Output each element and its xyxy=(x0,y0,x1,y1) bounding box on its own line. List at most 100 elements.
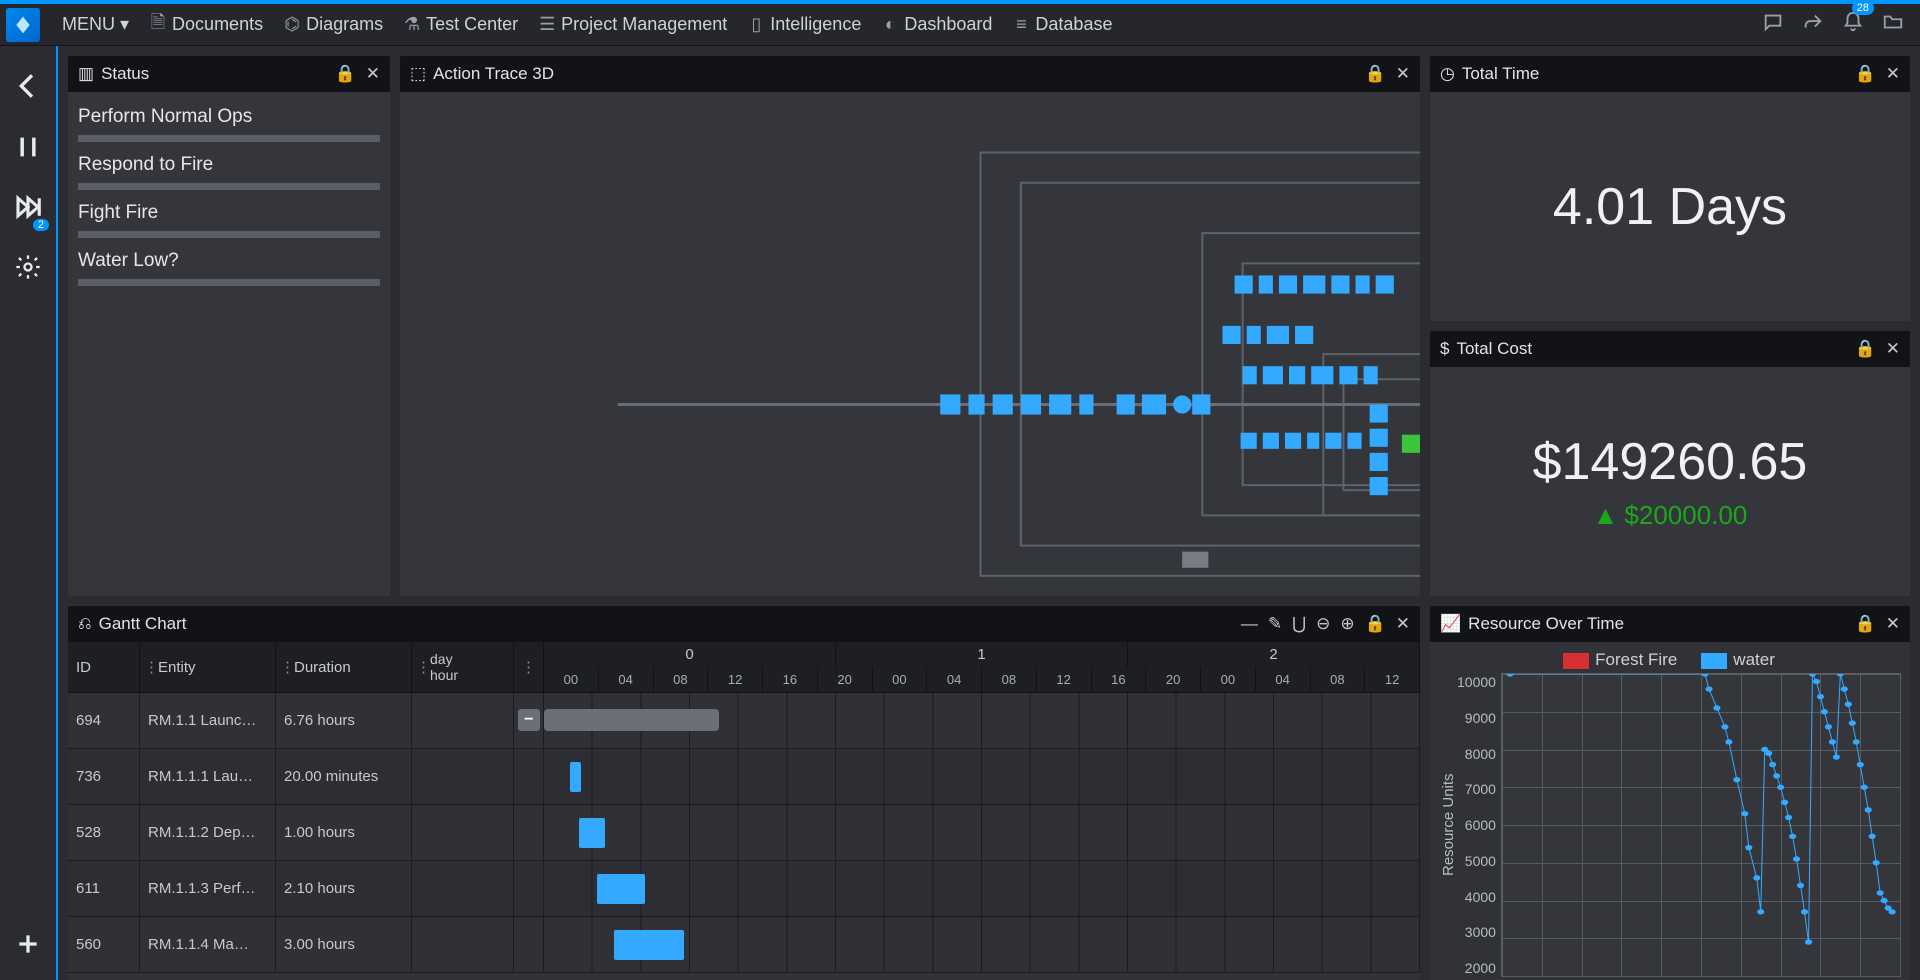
chart-legend: Forest Fire water xyxy=(1438,648,1900,674)
clock-icon: ◷ xyxy=(1440,64,1455,84)
fast-forward-button[interactable]: 2 xyxy=(13,192,43,227)
nav-documents[interactable]: 🗎Documents xyxy=(139,6,273,44)
cell-empty xyxy=(514,749,544,804)
nav-project-management[interactable]: ☰Project Management xyxy=(528,10,737,39)
gantt-row[interactable]: 611 RM.1.1.3 Perf… 2.10 hours xyxy=(68,861,1420,917)
status-item[interactable]: Perform Normal Ops xyxy=(78,98,380,146)
gantt-row[interactable]: 736 RM.1.1.1 Lau… 20.00 minutes xyxy=(68,749,1420,805)
gantt-bar-area[interactable] xyxy=(544,861,1420,916)
folder-icon[interactable] xyxy=(1882,11,1904,38)
settings-button[interactable] xyxy=(14,253,42,286)
lock-icon[interactable]: 🔒 xyxy=(1855,614,1876,634)
nav-intelligence[interactable]: ▯Intelligence xyxy=(737,10,871,39)
nav-database[interactable]: ≡Database xyxy=(1002,10,1122,39)
col-duration[interactable]: ⋮Duration xyxy=(276,642,412,692)
total-cost-panel: $Total Cost 🔒✕ $149260.65 ▲$20000.00 xyxy=(1430,331,1910,596)
gantt-bar-area[interactable] xyxy=(544,917,1420,972)
gauge-icon: ◐ xyxy=(881,14,899,35)
nav-diagrams[interactable]: ⌬Diagrams xyxy=(273,10,393,39)
column-options-icon[interactable]: ⋮ xyxy=(144,642,159,692)
pause-button[interactable] xyxy=(14,133,42,166)
legend-label: Forest Fire xyxy=(1595,650,1677,669)
back-button[interactable] xyxy=(12,70,44,107)
zoom-out-icon[interactable]: ⊖ xyxy=(1316,614,1330,634)
gantt-bar[interactable] xyxy=(614,930,684,960)
nav-label: Database xyxy=(1035,14,1112,35)
gantt-row[interactable]: 560 RM.1.1.4 Ma… 3.00 hours xyxy=(68,917,1420,973)
lock-icon[interactable]: 🔒 xyxy=(1365,614,1386,634)
cell-empty xyxy=(412,693,514,748)
col-dayhour[interactable]: ⋮ day hour xyxy=(412,642,514,692)
ytick: 4000 xyxy=(1457,889,1496,905)
wand-icon[interactable]: ✎ xyxy=(1268,614,1282,634)
cell-empty xyxy=(514,805,544,860)
minimize-icon[interactable]: — xyxy=(1241,614,1258,634)
cell-duration: 20.00 minutes xyxy=(276,749,412,804)
gantt-panel: ⎌Gantt Chart — ✎ ⋃ ⊖ ⊕ 🔒 ✕ ID ⋮Entity ⋮D… xyxy=(68,606,1420,980)
trace-viewport[interactable] xyxy=(400,92,1420,596)
day-header: 2 xyxy=(1128,642,1420,667)
column-more-icon[interactable]: ⋮ xyxy=(514,642,544,692)
column-options-icon[interactable]: ⋮ xyxy=(416,642,431,692)
cell-duration: 1.00 hours xyxy=(276,805,412,860)
hour-header: 08 xyxy=(1311,667,1366,692)
ytick: 9000 xyxy=(1457,710,1496,726)
gantt-bar-area[interactable]: − xyxy=(544,693,1420,748)
lock-icon[interactable]: 🔒 xyxy=(335,64,356,84)
legend-item[interactable]: water xyxy=(1701,650,1775,670)
zoom-in-icon[interactable]: ⊕ xyxy=(1340,614,1354,634)
cell-entity: RM.1.1.3 Perf… xyxy=(140,861,276,916)
column-options-icon[interactable]: ⋮ xyxy=(280,642,295,692)
close-icon[interactable]: ✕ xyxy=(1396,64,1410,84)
col-entity[interactable]: ⋮Entity xyxy=(140,642,276,692)
menu-dropdown[interactable]: MENU ▾ xyxy=(52,10,139,39)
legend-item[interactable]: Forest Fire xyxy=(1563,650,1677,670)
close-icon[interactable]: ✕ xyxy=(1396,614,1410,634)
gantt-row[interactable]: 694 RM.1.1 Launc… 6.76 hours − xyxy=(68,693,1420,749)
app-logo[interactable] xyxy=(6,8,40,42)
collapse-toggle[interactable]: − xyxy=(518,709,540,731)
ytick: 8000 xyxy=(1457,746,1496,762)
magnet-icon[interactable]: ⋃ xyxy=(1292,614,1306,634)
cell-duration: 6.76 hours xyxy=(276,693,412,748)
gantt-bar[interactable] xyxy=(579,818,605,848)
cell-id: 528 xyxy=(68,805,140,860)
day-header: 0 xyxy=(544,642,836,667)
status-item[interactable]: Respond to Fire xyxy=(78,146,380,194)
gantt-bar[interactable] xyxy=(597,874,645,904)
cost-delta: ▲$20000.00 xyxy=(1593,500,1748,531)
add-button[interactable] xyxy=(15,931,41,962)
status-item[interactable]: Water Low? xyxy=(78,242,380,290)
chart-plot[interactable] xyxy=(1502,674,1900,976)
gantt-bar[interactable] xyxy=(570,762,581,792)
col-id[interactable]: ID xyxy=(68,642,140,692)
nav-test-center[interactable]: ⚗Test Center xyxy=(393,10,528,39)
cost-delta-value: $20000.00 xyxy=(1624,500,1747,531)
lock-icon[interactable]: 🔒 xyxy=(1365,64,1386,84)
share-icon[interactable] xyxy=(1802,11,1824,38)
close-icon[interactable]: ✕ xyxy=(1886,64,1900,84)
hour-header: 16 xyxy=(1092,667,1147,692)
status-panel: ▥Status 🔒 ✕ Perform Normal Ops Respond t… xyxy=(68,56,390,596)
gantt-row[interactable]: 528 RM.1.1.2 Dep… 1.00 hours xyxy=(68,805,1420,861)
progress-bar xyxy=(78,183,380,190)
day-header: 1 xyxy=(836,642,1128,667)
status-item[interactable]: Fight Fire xyxy=(78,194,380,242)
chat-icon[interactable] xyxy=(1762,11,1784,38)
dollar-icon: $ xyxy=(1440,339,1449,359)
gantt-bar[interactable] xyxy=(544,709,719,731)
close-icon[interactable]: ✕ xyxy=(366,64,380,84)
progress-bar xyxy=(78,135,380,142)
close-icon[interactable]: ✕ xyxy=(1886,614,1900,634)
gantt-bar-area[interactable] xyxy=(544,805,1420,860)
hour-header: 08 xyxy=(654,667,709,692)
hour-header: 12 xyxy=(1365,667,1420,692)
lock-icon[interactable]: 🔒 xyxy=(1855,339,1876,359)
hour-header: 12 xyxy=(1037,667,1092,692)
gantt-bar-area[interactable] xyxy=(544,749,1420,804)
cell-entity: RM.1.1.1 Lau… xyxy=(140,749,276,804)
close-icon[interactable]: ✕ xyxy=(1886,339,1900,359)
nav-dashboard[interactable]: ◐Dashboard xyxy=(871,10,1002,39)
lock-icon[interactable]: 🔒 xyxy=(1855,64,1876,84)
bell-icon[interactable]: 28 xyxy=(1842,11,1864,38)
